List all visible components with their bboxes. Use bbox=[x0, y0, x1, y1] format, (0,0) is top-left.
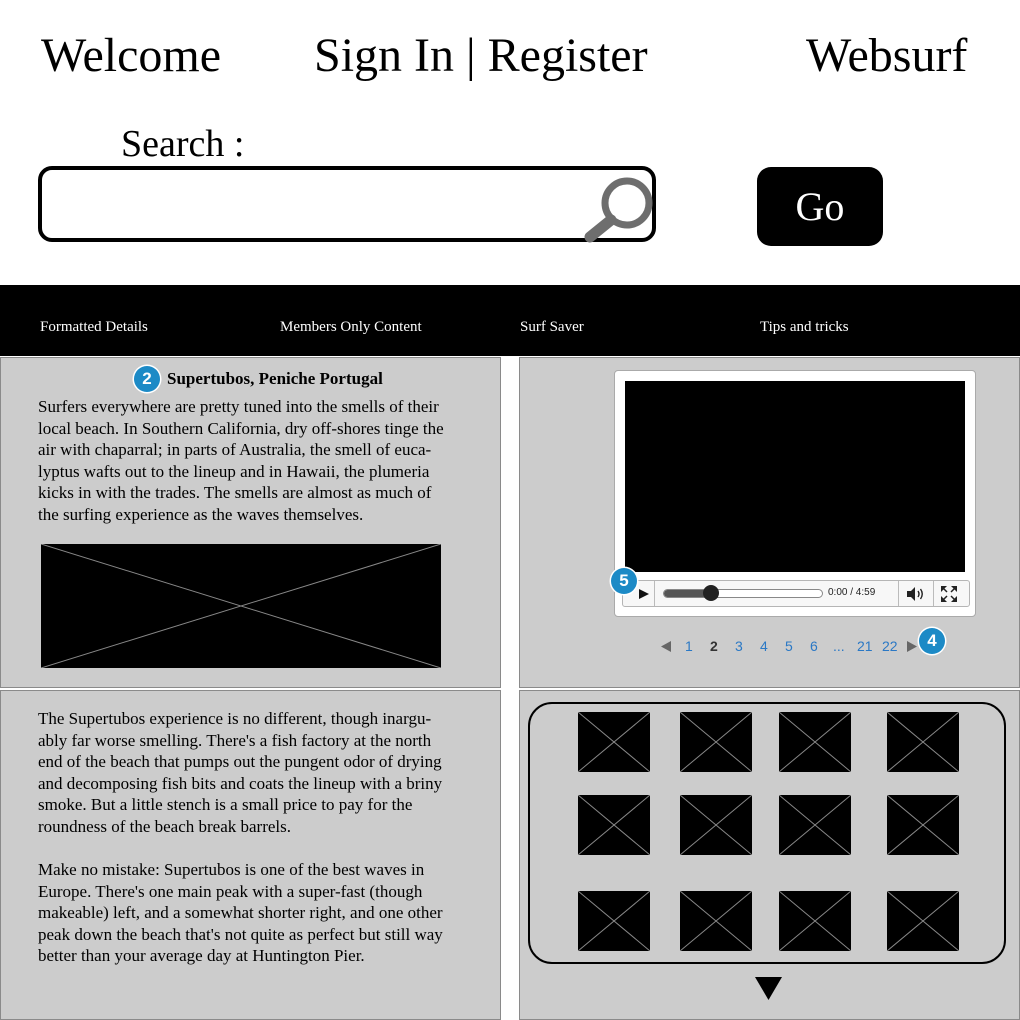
site-logo[interactable]: Websurf bbox=[806, 32, 967, 80]
main-nav: Formatted Details Members Only Content S… bbox=[0, 285, 1020, 356]
scroll-down-icon[interactable] bbox=[755, 977, 782, 1000]
page-link[interactable]: 21 bbox=[857, 638, 873, 654]
article-title: Supertubos, Peniche Portugal bbox=[167, 369, 383, 388]
video-screen[interactable] bbox=[625, 381, 965, 572]
text-line: Make no mistake: Supertubos is one of th… bbox=[38, 860, 425, 879]
annotation-badge: 4 bbox=[919, 628, 945, 654]
annotation-badge: 5 bbox=[611, 568, 637, 594]
gallery-thumbnail[interactable] bbox=[887, 712, 959, 772]
text-line: kicks in with the trades. The smells are… bbox=[38, 483, 432, 502]
divider bbox=[933, 581, 934, 606]
text-line: smoke. But a little stench is a small pr… bbox=[38, 795, 413, 814]
text-line: peak down the beach that's not quite as … bbox=[38, 924, 443, 944]
gallery-thumbnail[interactable] bbox=[680, 891, 752, 951]
welcome-text: Welcome bbox=[41, 29, 222, 82]
gallery-thumbnail[interactable] bbox=[680, 795, 752, 855]
gallery-thumbnail[interactable] bbox=[779, 891, 851, 951]
annotation-badge: 2 bbox=[134, 366, 160, 392]
text-line: local beach. In Southern California, dry… bbox=[38, 418, 444, 438]
page-ellipsis: ... bbox=[833, 638, 845, 654]
page-link[interactable]: 1 bbox=[685, 638, 693, 654]
divider bbox=[898, 581, 899, 606]
gallery-thumbnail[interactable] bbox=[887, 891, 959, 951]
page-link[interactable]: 22 bbox=[882, 638, 898, 654]
article-paragraph: The Supertubos experience is no differen… bbox=[38, 708, 442, 837]
text-line: lyptus wafts out to the lineup and in Ha… bbox=[38, 461, 430, 481]
next-page-icon[interactable] bbox=[907, 641, 917, 652]
nav-item-tips-and-tricks[interactable]: Tips and tricks bbox=[760, 320, 849, 335]
gallery-thumbnail[interactable] bbox=[779, 712, 851, 772]
search-box bbox=[38, 166, 658, 244]
gallery-thumbnail[interactable] bbox=[779, 795, 851, 855]
text-line: makeable) left, and a somewhat shorter r… bbox=[38, 903, 443, 922]
video-controls: 0:00 / 4:59 bbox=[622, 580, 970, 607]
text-line: Surfers everywhere are pretty tuned into… bbox=[38, 397, 439, 416]
page-link[interactable]: 6 bbox=[810, 638, 818, 654]
video-time: 0:00 / 4:59 bbox=[828, 587, 876, 598]
sign-in-register-link[interactable]: Sign In | Register bbox=[314, 32, 648, 80]
text-line: roundness of the beach break barrels. bbox=[38, 816, 292, 836]
gallery-thumbnail[interactable] bbox=[578, 712, 650, 772]
gallery-thumbnail[interactable] bbox=[578, 891, 650, 951]
seek-bar[interactable] bbox=[663, 589, 823, 598]
play-icon[interactable] bbox=[639, 589, 649, 599]
fullscreen-icon[interactable] bbox=[941, 586, 957, 602]
search-input[interactable] bbox=[56, 182, 580, 228]
text-line: Europe. There's one main peak with a sup… bbox=[38, 881, 423, 901]
text-line: The Supertubos experience is no differen… bbox=[38, 709, 432, 728]
text-line: the surfing experience as the waves them… bbox=[38, 504, 364, 524]
gallery-thumbnail[interactable] bbox=[887, 795, 959, 855]
text-line: better than your average day at Huntingt… bbox=[38, 946, 365, 965]
article-image-placeholder bbox=[40, 543, 442, 669]
seek-handle[interactable] bbox=[703, 585, 719, 601]
text-line: air with chaparral; in parts of Australi… bbox=[38, 440, 432, 459]
text-line: end of the beach that pumps out the pung… bbox=[38, 752, 442, 771]
nav-item-formatted-details[interactable]: Formatted Details bbox=[40, 320, 148, 335]
text-line: and decomposing fish bits and coats the … bbox=[38, 773, 443, 793]
nav-item-surf-saver[interactable]: Surf Saver bbox=[520, 320, 584, 335]
volume-icon[interactable] bbox=[907, 587, 925, 601]
go-button[interactable]: Go bbox=[757, 167, 883, 246]
gallery-thumbnail[interactable] bbox=[578, 795, 650, 855]
page-link[interactable]: 4 bbox=[760, 638, 768, 654]
page-link[interactable]: 3 bbox=[735, 638, 743, 654]
article-paragraph: Make no mistake: Supertubos is one of th… bbox=[38, 859, 443, 967]
video-player: 0:00 / 4:59 bbox=[614, 370, 976, 617]
search-icon[interactable] bbox=[578, 174, 658, 244]
page-link[interactable]: 5 bbox=[785, 638, 793, 654]
divider bbox=[654, 581, 655, 606]
text-line: ably far worse smelling. There's a fish … bbox=[38, 730, 432, 750]
article-intro: Surfers everywhere are pretty tuned into… bbox=[38, 396, 444, 525]
gallery-thumbnail[interactable] bbox=[680, 712, 752, 772]
page-link-current[interactable]: 2 bbox=[710, 638, 718, 654]
nav-item-members-only-content[interactable]: Members Only Content bbox=[280, 320, 422, 335]
prev-page-icon[interactable] bbox=[661, 641, 671, 652]
search-label: Search : bbox=[121, 123, 245, 165]
